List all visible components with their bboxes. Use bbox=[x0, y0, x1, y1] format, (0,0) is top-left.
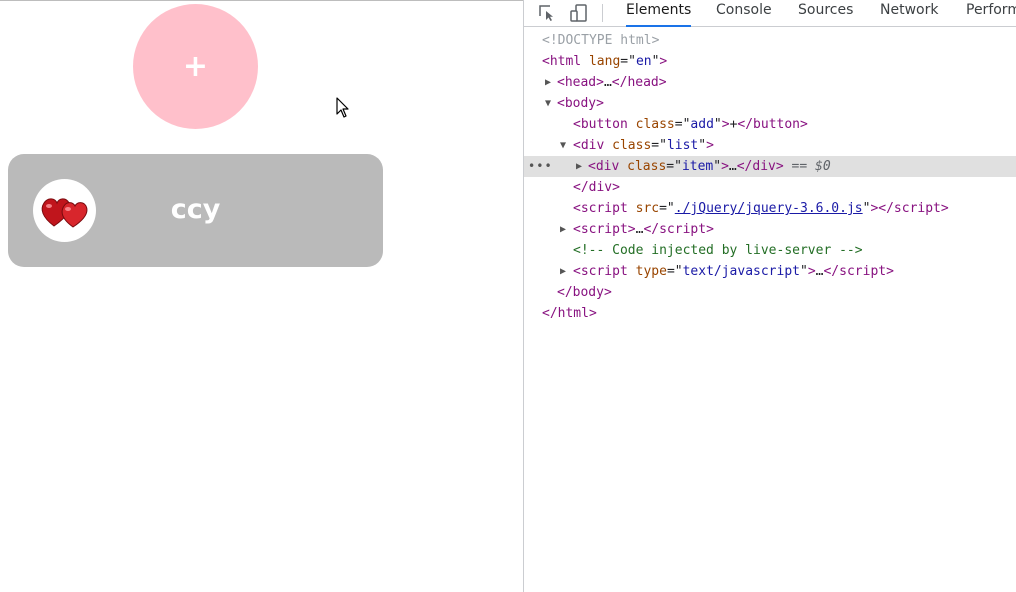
list-item[interactable]: ccy bbox=[8, 154, 383, 267]
dom-node-head[interactable]: ▶ <head>…</head> bbox=[524, 72, 1016, 93]
dom-node-body-close[interactable]: </body> bbox=[524, 282, 1016, 303]
dom-node-doctype[interactable]: <!DOCTYPE html> bbox=[524, 30, 1016, 51]
mouse-cursor-icon bbox=[336, 97, 349, 118]
body-open-tag: <body> bbox=[557, 96, 604, 111]
dom-tree: <!DOCTYPE html> <html lang="en"> ▶ <head… bbox=[524, 30, 1016, 324]
tab-performance[interactable]: Perform bbox=[966, 0, 1016, 27]
comment-text: <!-- Code injected by live-server --> bbox=[573, 243, 863, 258]
collapse-arrow-icon[interactable]: ▼ bbox=[560, 135, 570, 156]
script-src-tag: <script src="./jQuery/jquery-3.6.0.js"><… bbox=[573, 201, 949, 216]
list-open-tag: <div class="list"> bbox=[573, 138, 714, 153]
doctype-text: <!DOCTYPE html> bbox=[542, 33, 660, 48]
devtools-toolbar: Elements Console Sources Network Perform bbox=[524, 0, 1016, 27]
dom-node-body[interactable]: ▼ <body> bbox=[524, 93, 1016, 114]
inspect-element-icon[interactable] bbox=[536, 2, 558, 24]
item-tag: <div class="item">…</div> == $0 bbox=[588, 159, 831, 174]
expand-arrow-icon[interactable]: ▶ bbox=[560, 219, 570, 240]
expand-arrow-icon[interactable]: ▶ bbox=[576, 156, 586, 177]
script-src-link[interactable]: ./jQuery/jquery-3.6.0.js bbox=[675, 201, 863, 216]
collapse-arrow-icon[interactable]: ▼ bbox=[545, 93, 555, 114]
tab-sources[interactable]: Sources bbox=[798, 0, 853, 27]
devtools-panel: Elements Console Sources Network Perform… bbox=[523, 0, 1016, 592]
page-viewport: + ccy bbox=[0, 0, 523, 592]
item-list: ccy bbox=[8, 154, 383, 267]
expand-arrow-icon[interactable]: ▶ bbox=[560, 261, 570, 282]
tab-network[interactable]: Network bbox=[880, 0, 938, 27]
tab-elements[interactable]: Elements bbox=[626, 0, 692, 27]
html-open-tag: <html lang="en"> bbox=[542, 54, 668, 69]
expand-arrow-icon[interactable]: ▶ bbox=[545, 72, 555, 93]
dom-node-script-type[interactable]: ▶ <script type="text/javascript">…</scri… bbox=[524, 261, 1016, 282]
dom-node-html-close[interactable]: </html> bbox=[524, 303, 1016, 324]
list-close-tag: </div> bbox=[573, 180, 620, 195]
head-tag: <head>…</head> bbox=[557, 75, 667, 90]
button-tag: <button class="add">+</button> bbox=[573, 117, 808, 132]
toolbar-divider bbox=[602, 4, 603, 22]
dom-node-list-close[interactable]: </div> bbox=[524, 177, 1016, 198]
add-button[interactable]: + bbox=[133, 4, 258, 129]
dom-node-list[interactable]: ▼ <div class="list"> bbox=[524, 135, 1016, 156]
dom-node-item-selected[interactable]: ••• ▶ <div class="item">…</div> == $0 bbox=[524, 156, 1016, 177]
dom-node-script-src[interactable]: <script src="./jQuery/jquery-3.6.0.js"><… bbox=[524, 198, 1016, 219]
device-toolbar-icon[interactable] bbox=[568, 2, 590, 24]
dom-node-comment[interactable]: <!-- Code injected by live-server --> bbox=[524, 240, 1016, 261]
more-options-icon[interactable]: ••• bbox=[528, 156, 553, 177]
item-name: ccy bbox=[170, 194, 221, 225]
dom-node-button[interactable]: <button class="add">+</button> bbox=[524, 114, 1016, 135]
html-close-tag: </html> bbox=[542, 306, 597, 321]
dom-node-script[interactable]: ▶ <script>…</script> bbox=[524, 219, 1016, 240]
dom-node-html[interactable]: <html lang="en"> bbox=[524, 51, 1016, 72]
script-type-tag: <script type="text/javascript">…</script… bbox=[573, 264, 894, 279]
body-close-tag: </body> bbox=[557, 285, 612, 300]
tab-console[interactable]: Console bbox=[716, 0, 772, 27]
script-tag: <script>…</script> bbox=[573, 222, 714, 237]
